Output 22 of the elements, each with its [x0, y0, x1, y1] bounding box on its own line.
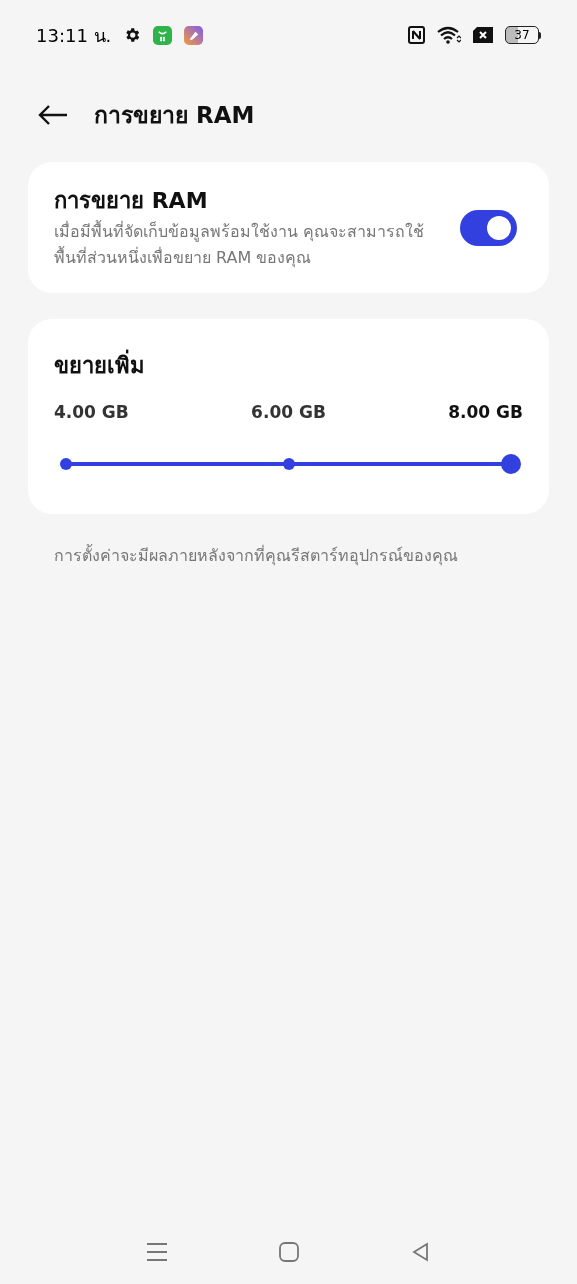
- slider-thumb[interactable]: [501, 453, 521, 474]
- no-sim-icon: [473, 27, 493, 43]
- menu-icon[interactable]: [145, 1242, 168, 1262]
- setting-description: เมื่อมีพื้นที่จัดเก็บข้อมูลพร้อมใช้งาน คุณจะสามารถใช้พื้นที่ส่วนหนึ่งเพื่อขยาย RAM ของคุณ: [54, 219, 426, 270]
- slider-stop[interactable]: [282, 457, 295, 470]
- back-arrow-icon[interactable]: [38, 104, 68, 126]
- shopping-bag-app-icon: [153, 25, 173, 45]
- size-label: 6.00 GB: [251, 401, 326, 424]
- pen-app-icon: [184, 25, 204, 45]
- wifi-icon: [437, 26, 461, 44]
- setting-title: การขยาย RAM: [54, 187, 209, 215]
- page-title: การขยาย RAM: [94, 100, 255, 130]
- slider-stop[interactable]: [60, 457, 72, 470]
- battery-icon: 37: [505, 26, 541, 44]
- status-time: 13:11 น.: [36, 23, 112, 48]
- home-icon[interactable]: [279, 1242, 300, 1262]
- restart-note: การตั้งค่าจะมีผลภายหลังจากที่คุณรีสตาร์ทอุปกรณ์ของคุณ: [54, 543, 459, 568]
- size-label: 8.00 GB: [448, 401, 523, 424]
- nfc-icon: [408, 26, 425, 44]
- toggle-switch[interactable]: [460, 209, 517, 246]
- size-label: 4.00 GB: [54, 401, 129, 424]
- section-title: ขยายเพิ่ม: [54, 349, 523, 382]
